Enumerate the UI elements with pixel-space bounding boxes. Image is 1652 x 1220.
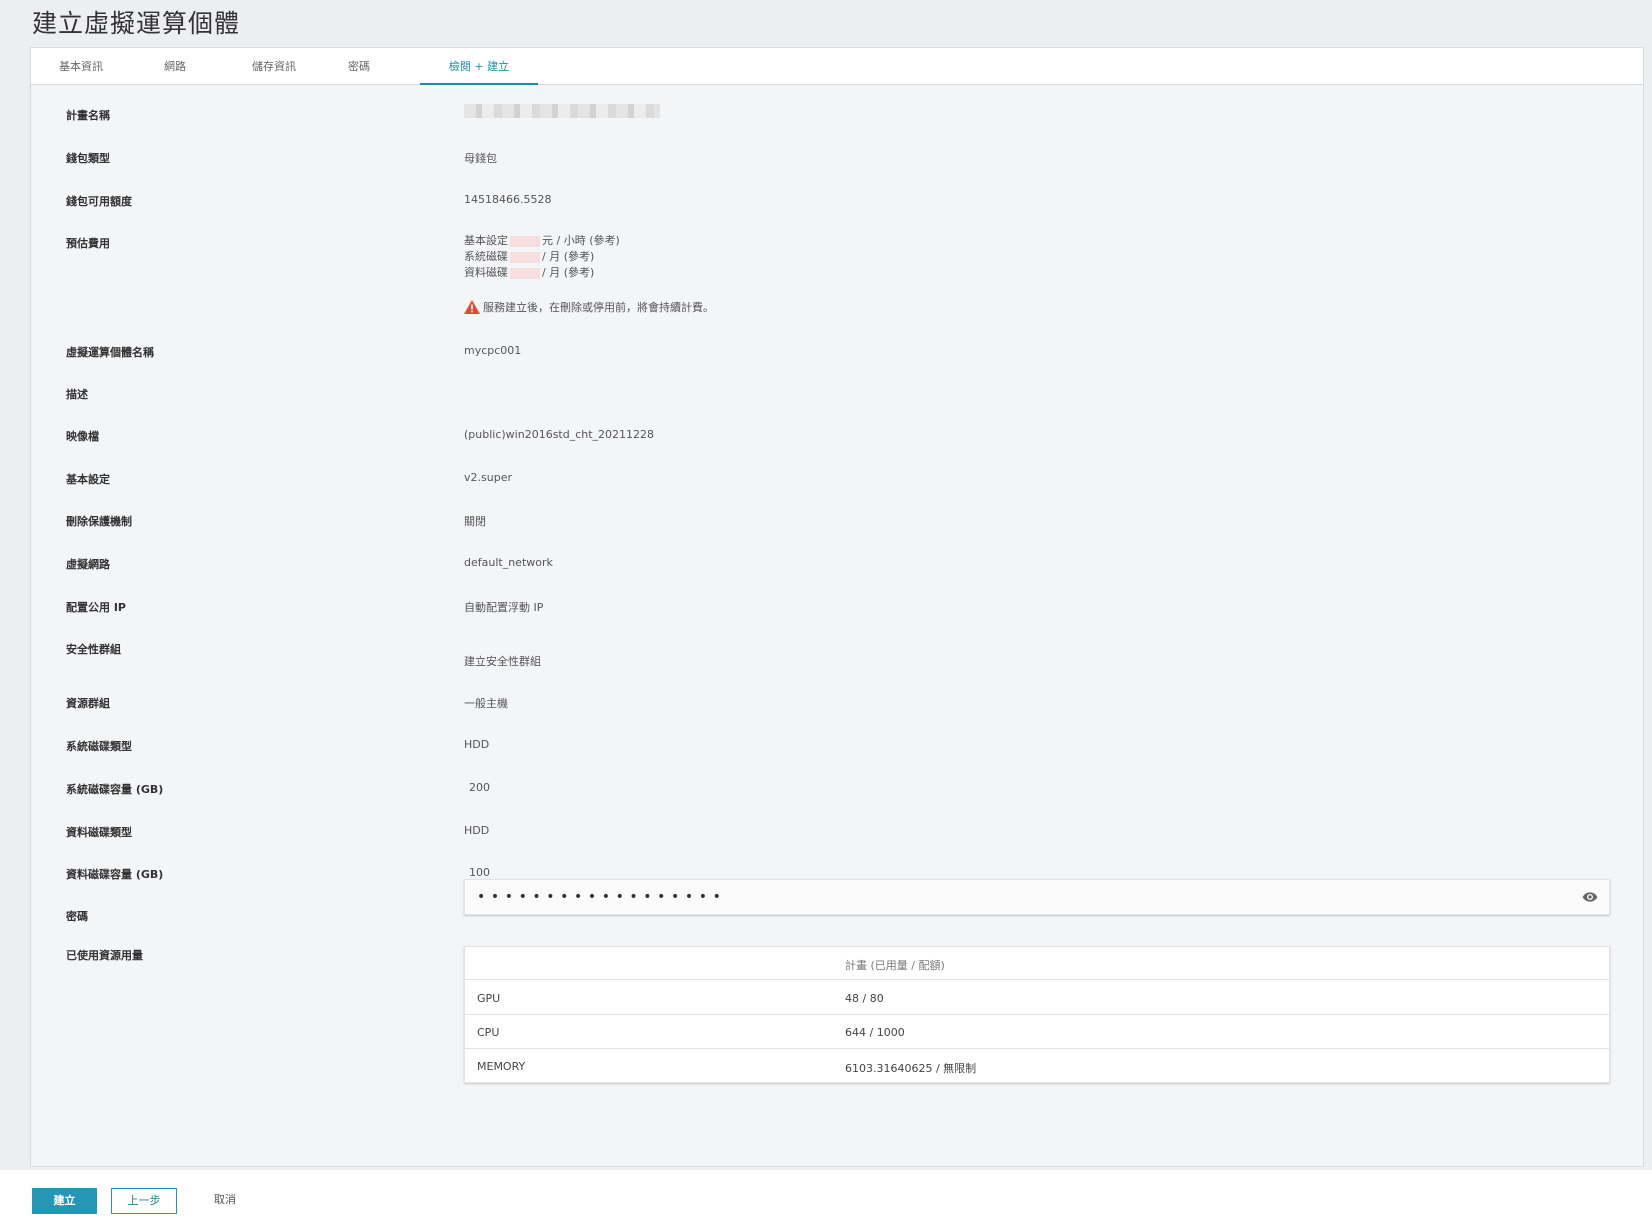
create-button[interactable]: 建立 [32, 1188, 97, 1214]
warning-triangle-icon [464, 300, 480, 314]
field-label: 預估費用 [66, 237, 110, 250]
field-value: 關閉 [464, 515, 486, 528]
tab-network[interactable]: 網路 [151, 48, 199, 85]
field-label: 刪除保護機制 [66, 515, 132, 528]
field-label: 虛擬網路 [66, 558, 110, 571]
cost-sys-line: 系統磁碟 / 月 (參考) [464, 249, 620, 265]
field-value: (public)win2016std_cht_20211228 [464, 428, 655, 441]
field-value: default_network [464, 556, 553, 569]
tab-storage[interactable]: 儲存資訊 [239, 48, 309, 85]
field-label: 資料磁碟容量 (GB) [66, 868, 164, 881]
cancel-button[interactable]: 取消 [202, 1188, 248, 1214]
field-label: 錢包可用額度 [66, 195, 132, 208]
warning-text: 服務建立後，在刪除或停用前，將會持續計費。 [483, 301, 714, 314]
usage-resource-value: 48 / 80 [845, 992, 884, 1005]
usage-resource-name: GPU [477, 992, 501, 1005]
field-label: 已使用資源用量 [66, 949, 143, 962]
project-name-redacted [464, 104, 660, 118]
field-label: 錢包類型 [66, 152, 110, 165]
cost-base-line: 基本設定 元 / 小時 (參考) [464, 233, 620, 249]
password-field[interactable]: •••••••••••••••••• [464, 879, 1610, 915]
field-value: v2.super [464, 471, 512, 484]
tab-bar: 基本資訊 網路 儲存資訊 密碼 檢閱 + 建立 [31, 48, 1643, 85]
cost-base-prefix: 基本設定 [464, 234, 508, 247]
table-row: GPU 48 / 80 [465, 981, 1609, 1015]
review-panel: 基本資訊 網路 儲存資訊 密碼 檢閱 + 建立 計畫名稱 錢包類型 母錢包 錢包… [30, 47, 1644, 1167]
usage-resource-name: MEMORY [477, 1060, 526, 1073]
usage-resource-value: 644 / 1000 [845, 1026, 905, 1039]
footer-actions: 建立 上一步 取消 [0, 1170, 1652, 1220]
page-title: 建立虛擬運算個體 [32, 9, 241, 38]
cost-data-line: 資料磁碟 / 月 (參考) [464, 265, 620, 281]
table-row: CPU 644 / 1000 [465, 1015, 1609, 1049]
cost-data-prefix: 資料磁碟 [464, 266, 508, 279]
field-label: 配置公用 IP [66, 601, 126, 614]
field-value: 一般主機 [464, 697, 508, 710]
field-label: 安全性群組 [66, 643, 121, 656]
cost-data-suffix: / 月 (參考) [542, 266, 595, 279]
usage-table: 計畫 (已用量 / 配額) GPU 48 / 80 CPU 644 / 1000… [464, 946, 1610, 1083]
field-value: mycpc001 [464, 344, 522, 357]
field-label: 系統磁碟容量 (GB) [66, 783, 164, 796]
field-label: 密碼 [66, 910, 88, 923]
field-value: 14518466.5528 [464, 193, 552, 206]
cost-base-suffix: 元 / 小時 (參考) [542, 234, 620, 247]
usage-resource-value: 6103.31640625 / 無限制 [845, 1062, 977, 1075]
field-label: 系統磁碟類型 [66, 740, 132, 753]
previous-step-button[interactable]: 上一步 [111, 1188, 177, 1214]
field-label: 描述 [66, 388, 88, 401]
field-label: 基本設定 [66, 473, 110, 486]
cost-redacted [510, 251, 540, 263]
cost-sys-suffix: / 月 (參考) [542, 250, 595, 263]
field-label: 資源群組 [66, 697, 110, 710]
eye-icon[interactable] [1581, 889, 1599, 909]
field-value: 100 [469, 866, 490, 879]
tab-password[interactable]: 密碼 [336, 48, 382, 85]
usage-table-header: 計畫 (已用量 / 配額) [465, 947, 1609, 980]
field-value: HDD [464, 824, 490, 837]
cost-redacted [510, 267, 540, 279]
field-value: 建立安全性群組 [464, 655, 541, 668]
usage-column-header: 計畫 (已用量 / 配額) [845, 959, 945, 972]
field-label: 資料磁碟類型 [66, 826, 132, 839]
tab-review-create[interactable]: 檢閱 + 建立 [420, 48, 538, 85]
cost-sys-prefix: 系統磁碟 [464, 250, 508, 263]
cost-redacted [510, 235, 540, 247]
field-label: 映像檔 [66, 430, 99, 443]
field-label: 虛擬運算個體名稱 [66, 346, 154, 359]
warning-text-row: 服務建立後，在刪除或停用前，將會持續計費。 [464, 299, 714, 315]
usage-resource-name: CPU [477, 1026, 500, 1039]
field-value: 自動配置浮動 IP [464, 601, 544, 614]
table-row: MEMORY 6103.31640625 / 無限制 [465, 1049, 1609, 1083]
field-value: 200 [469, 781, 490, 794]
field-label: 計畫名稱 [66, 109, 110, 122]
estimated-cost-lines: 基本設定 元 / 小時 (參考) 系統磁碟 / 月 (參考) 資料磁碟 / 月 (參考… [464, 233, 620, 281]
tab-basic-info[interactable]: 基本資訊 [45, 48, 117, 85]
password-masked-value: •••••••••••••••••• [477, 889, 727, 905]
field-value: 母錢包 [464, 152, 497, 165]
field-value: HDD [464, 738, 490, 751]
